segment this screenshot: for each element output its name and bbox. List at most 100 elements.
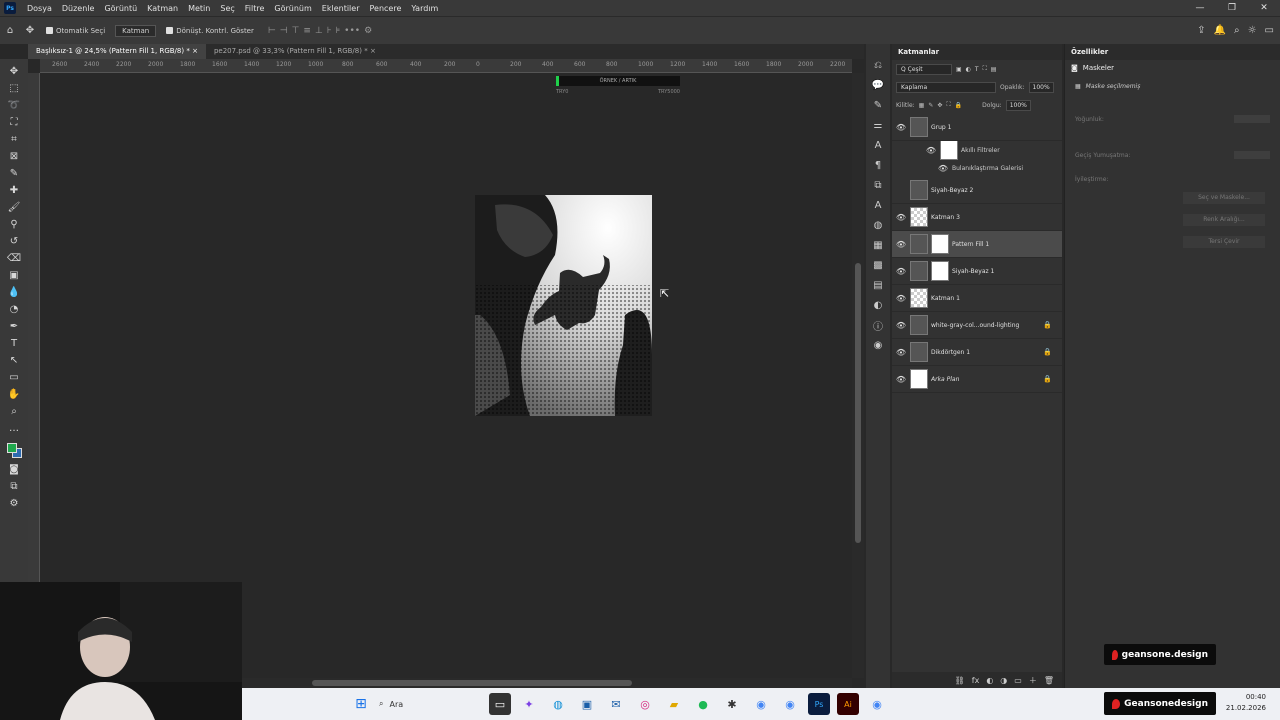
eraser-tool-icon[interactable]: ⌫	[5, 250, 23, 267]
layer-row[interactable]: 👁 Dikdörtgen 1 🔒	[892, 339, 1062, 366]
layers-panel-title[interactable]: Katmanlar	[892, 44, 1062, 60]
menu-yardim[interactable]: Yardım	[406, 4, 443, 13]
delete-layer-icon[interactable]: 🗑	[1044, 676, 1054, 685]
eye-icon[interactable]: 👁	[892, 375, 910, 384]
blur-gallery-row[interactable]: 👁 Bulanıklaştırma Galerisi	[892, 159, 1062, 177]
marquee-tool-icon[interactable]: ⬚	[5, 80, 23, 97]
character-icon[interactable]: A	[870, 136, 886, 154]
adjustment-layer-icon[interactable]: ◑	[1000, 676, 1007, 685]
screen-mode-icon[interactable]: ⧉	[5, 478, 23, 495]
feather-input[interactable]	[1234, 151, 1270, 159]
windows-start-icon[interactable]: ⊞	[350, 693, 372, 715]
crop-tool-icon[interactable]: ⌗	[5, 131, 23, 148]
align-bottom-icon[interactable]: ⊧	[335, 26, 340, 36]
stamp-tool-icon[interactable]: ⚲	[5, 216, 23, 233]
scroll-thumb[interactable]	[855, 263, 861, 543]
share-icon[interactable]: ⇪	[1197, 25, 1205, 36]
auto-select-target-dropdown[interactable]: Katman	[115, 24, 157, 37]
brush-settings-icon[interactable]: ✎	[870, 96, 886, 114]
fill-input[interactable]: 100%	[1005, 99, 1031, 111]
density-input[interactable]	[1234, 115, 1270, 123]
system-clock[interactable]: 00:40 21.02.2026	[1226, 692, 1266, 714]
home-icon[interactable]: ⌂	[2, 23, 18, 39]
eye-icon[interactable]: 👁	[892, 123, 910, 132]
invert-button[interactable]: Tersi Çevir	[1183, 236, 1265, 248]
more-options-icon[interactable]: •••	[344, 26, 360, 36]
properties-panel-title[interactable]: Özellikler	[1065, 44, 1280, 60]
photoshop-logo-icon[interactable]: Ps	[4, 2, 16, 14]
history-icon[interactable]: ⎌	[870, 56, 886, 74]
filter-type-icon[interactable]: T	[975, 66, 979, 73]
patterns-icon[interactable]: ▤	[870, 276, 886, 294]
layer-mask-thumbnail[interactable]	[931, 261, 949, 281]
app-icon[interactable]: ✱	[721, 693, 743, 715]
paragraph-icon[interactable]: ¶	[870, 156, 886, 174]
edit-toolbar-icon[interactable]: ⚙	[5, 495, 23, 512]
brush-tool-icon[interactable]: 🖌	[5, 199, 23, 216]
fx-icon[interactable]: fx	[972, 676, 980, 685]
eye-hidden-icon[interactable]: ·	[892, 186, 910, 195]
menu-katman[interactable]: Katman	[142, 4, 183, 13]
layer-row-selected[interactable]: 👁 Pattern Fill 1	[892, 231, 1062, 258]
align-middle-icon[interactable]: ⊦	[327, 26, 332, 36]
libraries-icon[interactable]: ▦	[870, 236, 886, 254]
vertical-scrollbar[interactable]	[852, 73, 864, 678]
tab-untitled-1[interactable]: Başlıksız-1 @ 24,5% (Pattern Fill 1, RGB…	[28, 44, 206, 59]
layer-row[interactable]: · Siyah-Beyaz 2	[892, 177, 1062, 204]
hand-tool-icon[interactable]: ✋	[5, 386, 23, 403]
blur-tool-icon[interactable]: 💧	[5, 284, 23, 301]
gear-icon[interactable]: ⚙	[364, 26, 372, 36]
copilot-icon[interactable]: ✦	[518, 693, 540, 715]
align-left-icon[interactable]: ⊢	[268, 26, 276, 36]
add-mask-icon[interactable]: ◐	[986, 676, 993, 685]
lock-all-icon[interactable]: 🔒	[955, 102, 962, 109]
close-icon[interactable]: ✕	[1248, 0, 1280, 16]
menu-dosya[interactable]: Dosya	[22, 4, 57, 13]
menu-duzenle[interactable]: Düzenle	[57, 4, 100, 13]
align-top-icon[interactable]: ⊥	[315, 26, 323, 36]
filter-pixel-icon[interactable]: ▣	[956, 66, 962, 73]
layer-row[interactable]: 👁 white-gray-col...ound-lighting 🔒	[892, 312, 1062, 339]
shape-tool-icon[interactable]: ▭	[5, 369, 23, 386]
eye-icon[interactable]: 👁	[934, 164, 952, 173]
frame-tool-icon[interactable]: ⊠	[5, 148, 23, 165]
gradients-icon[interactable]: ▩	[870, 256, 886, 274]
gradient-tool-icon[interactable]: ▣	[5, 267, 23, 284]
menu-goruntu[interactable]: Görüntü	[99, 4, 142, 13]
workspace-icon[interactable]: ▭	[1265, 25, 1274, 36]
color-icon[interactable]: ◐	[870, 296, 886, 314]
menu-gorunum[interactable]: Görünüm	[269, 4, 316, 13]
taskbar-search[interactable]: ⌕ Ara	[379, 693, 479, 715]
spotify-icon[interactable]: ●	[692, 693, 714, 715]
layer-filter-dropdown[interactable]: Q Çeşit	[896, 63, 952, 75]
minimize-icon[interactable]: —	[1184, 0, 1216, 16]
new-group-icon[interactable]: ▭	[1014, 676, 1022, 685]
path-select-icon[interactable]: ↖	[5, 352, 23, 369]
channels-icon[interactable]: ◉	[870, 336, 886, 354]
select-and-mask-button[interactable]: Seç ve Maskele...	[1183, 192, 1265, 204]
color-range-button[interactable]: Renk Aralığı...	[1183, 214, 1265, 226]
layer-mask-thumbnail[interactable]	[931, 234, 949, 254]
lock-pixels-icon[interactable]: ✎	[928, 102, 933, 109]
eye-icon[interactable]: 👁	[922, 146, 940, 155]
glyphs-icon[interactable]: A	[870, 196, 886, 214]
filter-adjust-icon[interactable]: ◐	[966, 66, 971, 73]
dodge-tool-icon[interactable]: ◔	[5, 301, 23, 318]
layer-row[interactable]: 👁 Arka Plan 🔒	[892, 366, 1062, 393]
chrome-icon[interactable]: ◉	[750, 693, 772, 715]
menu-eklentiler[interactable]: Eklentiler	[317, 4, 365, 13]
layer-row[interactable]: 👁 Grup 1	[892, 114, 1062, 141]
chrome-alt-icon[interactable]: ◉	[866, 693, 888, 715]
comments-icon[interactable]: 💬	[870, 76, 886, 94]
maximize-icon[interactable]: ❐	[1216, 0, 1248, 16]
move-tool-icon[interactable]: ✥	[22, 23, 38, 39]
history-brush-icon[interactable]: ↺	[5, 233, 23, 250]
eye-icon[interactable]: 👁	[892, 267, 910, 276]
layer-row[interactable]: 👁 Katman 3	[892, 204, 1062, 231]
auto-select-checkbox[interactable]: Otomatik Seçi	[46, 27, 105, 35]
object-select-tool-icon[interactable]: ⛶	[5, 114, 23, 131]
lasso-tool-icon[interactable]: ➰	[5, 97, 23, 114]
layer-row[interactable]: 👁 Katman 1	[892, 285, 1062, 312]
lock-artboard-icon[interactable]: ⛶	[946, 101, 950, 109]
eye-icon[interactable]: 👁	[892, 321, 910, 330]
